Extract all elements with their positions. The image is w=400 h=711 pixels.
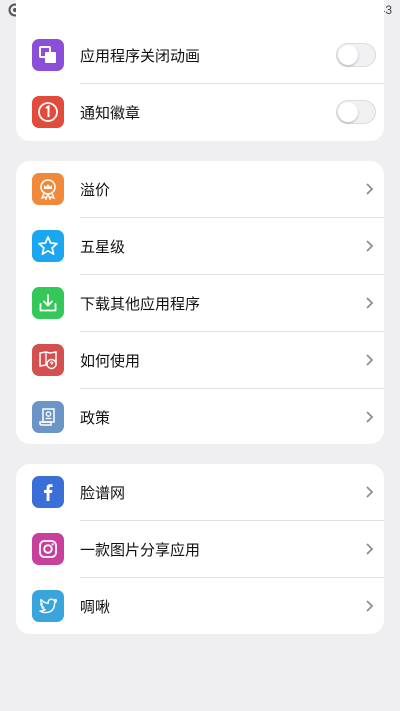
crown-medal-icon (32, 173, 64, 205)
chevron-right-icon (366, 600, 374, 612)
download-icon (32, 287, 64, 319)
chevron-right-icon (366, 297, 374, 309)
toggle-knob (338, 102, 358, 122)
star-icon (32, 230, 64, 262)
row-facebook[interactable]: 脸谱网 (16, 464, 384, 521)
settings-row-app-close-animation[interactable]: 应用程序关闭动画 (16, 27, 384, 84)
badge-one-icon (32, 96, 64, 128)
chevron-right-icon (366, 354, 374, 366)
general-links-card: 溢价 五星级 下载其他应用程序 如何使用 政策 (16, 161, 384, 444)
row-label: 应用程序关闭动画 (80, 47, 201, 65)
windows-icon (32, 39, 64, 71)
row-policy[interactable]: 政策 (16, 389, 384, 444)
chevron-right-icon (366, 411, 374, 423)
toggle-knob (338, 45, 358, 65)
row-label: 政策 (80, 409, 111, 427)
notification-badge-toggle[interactable] (336, 100, 376, 124)
chevron-right-icon (366, 486, 374, 498)
row-label: 溢价 (80, 181, 111, 199)
policy-scroll-icon (32, 401, 64, 433)
row-label: 一款图片分享应用 (80, 541, 201, 559)
chevron-right-icon (366, 183, 374, 195)
row-twitter[interactable]: 啁啾 (16, 578, 384, 634)
instagram-icon (32, 533, 64, 565)
facebook-icon (32, 476, 64, 508)
row-label: 五星级 (80, 238, 126, 256)
row-label: 如何使用 (80, 352, 141, 370)
toggle-settings-card: 应用程序关闭动画 通知徽章 (16, 0, 384, 141)
guide-book-icon (32, 344, 64, 376)
social-links-card: 脸谱网 一款图片分享应用 啁啾 (16, 464, 384, 634)
row-download-other-apps[interactable]: 下载其他应用程序 (16, 275, 384, 332)
row-label: 啁啾 (80, 598, 111, 616)
row-premium[interactable]: 溢价 (16, 161, 384, 218)
row-five-star[interactable]: 五星级 (16, 218, 384, 275)
app-close-animation-toggle[interactable] (336, 43, 376, 67)
row-label: 通知徽章 (80, 104, 141, 122)
row-label: 下载其他应用程序 (80, 295, 201, 313)
row-instagram[interactable]: 一款图片分享应用 (16, 521, 384, 578)
settings-row-notification-badge[interactable]: 通知徽章 (16, 84, 384, 141)
twitter-icon (32, 590, 64, 622)
chevron-right-icon (366, 543, 374, 555)
chevron-right-icon (366, 240, 374, 252)
row-how-to-use[interactable]: 如何使用 (16, 332, 384, 389)
row-label: 脸谱网 (80, 484, 126, 502)
